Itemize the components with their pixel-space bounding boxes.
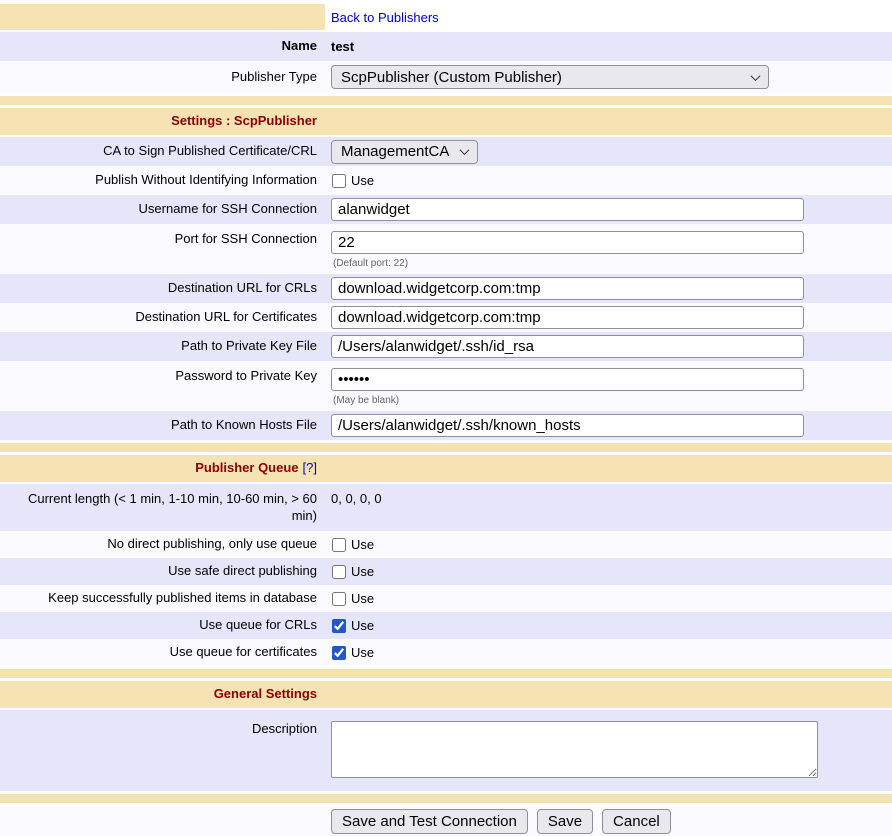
publisher-type-row: Publisher Type ScpPublisher (Custom Publ… bbox=[0, 61, 892, 93]
use-label: Use bbox=[351, 173, 374, 188]
crl-destination-input[interactable] bbox=[331, 277, 804, 300]
publisher-edit-page: Back to Publishers Name test Publisher T… bbox=[0, 4, 892, 836]
back-to-publishers-link[interactable]: Back to Publishers bbox=[331, 10, 439, 25]
private-key-password-note: (May be blank) bbox=[331, 395, 399, 406]
ssh-port-input[interactable] bbox=[331, 231, 804, 254]
cert-destination-row: Destination URL for Certificates bbox=[0, 303, 892, 332]
publish-without-info-checkbox[interactable] bbox=[332, 174, 346, 188]
use-label: Use bbox=[351, 591, 374, 606]
queue-for-certificates-label: Use queue for certificates bbox=[0, 640, 325, 665]
queue-length-row: Current length (< 1 min, 1-10 min, 10-60… bbox=[0, 484, 892, 531]
private-key-path-input[interactable] bbox=[331, 335, 804, 358]
description-textarea[interactable] bbox=[331, 721, 818, 778]
queue-section-header: Publisher Queue [?] bbox=[0, 455, 892, 482]
private-key-password-label: Password to Private Key bbox=[0, 361, 325, 389]
no-direct-publishing-checkbox[interactable] bbox=[332, 538, 346, 552]
ca-selected-value: ManagementCA bbox=[341, 143, 449, 160]
ssh-username-row: Username for SSH Connection bbox=[0, 195, 892, 224]
section-divider bbox=[0, 96, 892, 105]
ssh-username-input[interactable] bbox=[331, 198, 804, 221]
publish-without-info-row: Publish Without Identifying Information … bbox=[0, 166, 892, 195]
crl-destination-row: Destination URL for CRLs bbox=[0, 274, 892, 303]
crl-destination-label: Destination URL for CRLs bbox=[0, 276, 325, 301]
queue-for-certificates-checkbox[interactable] bbox=[332, 646, 346, 660]
use-label: Use bbox=[351, 618, 374, 633]
section-divider bbox=[0, 443, 892, 452]
settings-section-header: Settings : ScpPublisher bbox=[0, 108, 892, 135]
safe-direct-publishing-checkbox[interactable] bbox=[332, 565, 346, 579]
publisher-type-label: Publisher Type bbox=[0, 65, 325, 90]
private-key-path-row: Path to Private Key File bbox=[0, 332, 892, 361]
chevron-down-icon bbox=[751, 71, 761, 81]
general-section-header: General Settings bbox=[0, 681, 892, 708]
save-button[interactable]: Save bbox=[537, 809, 593, 834]
chevron-down-icon bbox=[460, 145, 470, 155]
ca-to-sign-select[interactable]: ManagementCA bbox=[331, 140, 478, 164]
ca-to-sign-row: CA to Sign Published Certificate/CRL Man… bbox=[0, 137, 892, 166]
keep-published-items-checkbox[interactable] bbox=[332, 592, 346, 606]
name-row: Name test bbox=[0, 32, 892, 61]
private-key-path-label: Path to Private Key File bbox=[0, 334, 325, 359]
back-link-row: Back to Publishers bbox=[0, 4, 892, 30]
queue-for-certificates-row: Use queue for certificates Use bbox=[0, 639, 892, 666]
name-value: test bbox=[325, 37, 892, 56]
settings-section-title: Settings : ScpPublisher bbox=[171, 113, 317, 128]
use-label: Use bbox=[351, 645, 374, 660]
name-label: Name bbox=[0, 34, 325, 59]
section-divider bbox=[0, 669, 892, 678]
ssh-port-note: (Default port: 22) bbox=[331, 258, 408, 269]
queue-section-title: Publisher Queue bbox=[195, 460, 298, 475]
publish-without-info-label: Publish Without Identifying Information bbox=[0, 168, 325, 193]
private-key-password-row: Password to Private Key (May be blank) bbox=[0, 361, 892, 411]
description-row: Description bbox=[0, 710, 892, 791]
use-label: Use bbox=[351, 537, 374, 552]
queue-length-value: 0, 0, 0, 0 bbox=[325, 484, 892, 508]
general-section-title: General Settings bbox=[214, 686, 317, 701]
cancel-button[interactable]: Cancel bbox=[602, 809, 671, 834]
queue-length-label: Current length (< 1 min, 1-10 min, 10-60… bbox=[0, 484, 325, 529]
ssh-username-label: Username for SSH Connection bbox=[0, 197, 325, 222]
queue-help-link[interactable]: [?] bbox=[303, 460, 317, 475]
known-hosts-path-label: Path to Known Hosts File bbox=[0, 413, 325, 438]
keep-published-items-row: Keep successfully published items in dat… bbox=[0, 585, 892, 612]
private-key-password-input[interactable] bbox=[331, 368, 804, 391]
safe-direct-publishing-row: Use safe direct publishing Use bbox=[0, 558, 892, 585]
no-direct-publishing-label: No direct publishing, only use queue bbox=[0, 532, 325, 557]
publisher-type-select[interactable]: ScpPublisher (Custom Publisher) bbox=[331, 65, 769, 89]
use-label: Use bbox=[351, 564, 374, 579]
known-hosts-path-input[interactable] bbox=[331, 414, 804, 437]
section-divider bbox=[0, 794, 892, 803]
ssh-port-row: Port for SSH Connection (Default port: 2… bbox=[0, 224, 892, 274]
keep-published-items-label: Keep successfully published items in dat… bbox=[0, 586, 325, 611]
no-direct-publishing-row: No direct publishing, only use queue Use bbox=[0, 531, 892, 558]
save-and-test-connection-button[interactable]: Save and Test Connection bbox=[331, 809, 528, 834]
action-buttons-row: Save and Test Connection Save Cancel bbox=[0, 806, 892, 836]
queue-for-crls-row: Use queue for CRLs Use bbox=[0, 612, 892, 639]
ssh-port-label: Port for SSH Connection bbox=[0, 224, 325, 252]
description-label: Description bbox=[0, 714, 325, 742]
publisher-type-selected-value: ScpPublisher (Custom Publisher) bbox=[341, 69, 562, 86]
ca-to-sign-label: CA to Sign Published Certificate/CRL bbox=[0, 139, 325, 164]
cert-destination-label: Destination URL for Certificates bbox=[0, 305, 325, 330]
known-hosts-path-row: Path to Known Hosts File bbox=[0, 411, 892, 440]
safe-direct-publishing-label: Use safe direct publishing bbox=[0, 559, 325, 584]
cert-destination-input[interactable] bbox=[331, 306, 804, 329]
top-cream-spacer bbox=[0, 4, 325, 30]
queue-for-crls-label: Use queue for CRLs bbox=[0, 613, 325, 638]
queue-for-crls-checkbox[interactable] bbox=[332, 619, 346, 633]
